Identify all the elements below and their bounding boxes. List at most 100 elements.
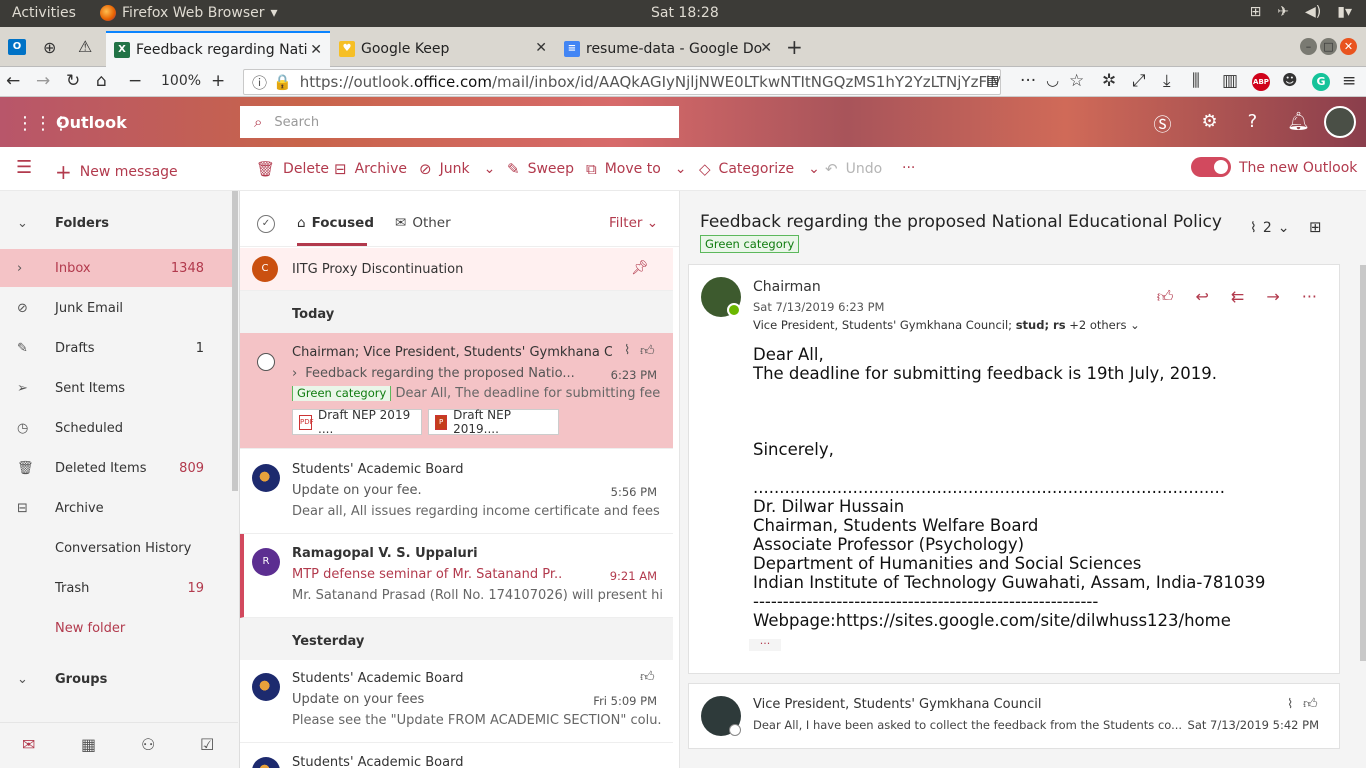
list-item[interactable]: Students' Academic Board bbox=[240, 743, 673, 768]
recipients[interactable]: Vice President, Students' Gymkhana Counc… bbox=[753, 318, 1140, 332]
list-item[interactable]: R Ramagopal V. S. Uppaluri MTP defense s… bbox=[240, 534, 673, 618]
new-tab-button[interactable]: + bbox=[786, 35, 803, 59]
clock[interactable]: Sat 18:28 bbox=[651, 5, 719, 21]
sidebar-item-sent[interactable]: ➢ Sent Items bbox=[0, 369, 232, 407]
new-message-button[interactable]: + New message bbox=[55, 160, 178, 184]
zoom-out-button[interactable]: − bbox=[128, 71, 142, 91]
sidebar-item-inbox[interactable]: › Inbox 1348 bbox=[0, 249, 232, 287]
filter-button[interactable]: Filter ⌄ bbox=[609, 215, 658, 231]
more-commands-button[interactable]: ··· bbox=[902, 160, 915, 176]
outlook-brand[interactable]: Outlook bbox=[56, 113, 127, 132]
zoom-level[interactable]: 100% bbox=[161, 73, 201, 89]
settings-gear-icon[interactable]: ✲ bbox=[1102, 71, 1116, 91]
people-icon[interactable]: ⚇ bbox=[141, 735, 155, 754]
close-icon[interactable]: ✕ bbox=[760, 40, 772, 56]
bookmark-star-icon[interactable]: ☆ bbox=[1069, 71, 1084, 91]
sidebar-item-deleted[interactable]: 🗑︎ Deleted Items 809 bbox=[0, 449, 232, 487]
sender-name[interactable]: Chairman bbox=[753, 279, 821, 295]
sidebar-item-trash[interactable]: Trash 19 bbox=[0, 569, 232, 607]
search-input[interactable]: ⌕ Search bbox=[240, 106, 679, 138]
attachment-card[interactable]: PDF Draft NEP 2019 .... bbox=[292, 408, 422, 436]
minimize-button[interactable]: – bbox=[1300, 38, 1317, 55]
list-item[interactable]: Students' Academic Board Update on your … bbox=[240, 450, 673, 534]
folder-scrollbar[interactable] bbox=[232, 191, 238, 491]
collapsed-message[interactable]: Vice President, Students' Gymkhana Counc… bbox=[688, 683, 1340, 749]
sidebar-item-scheduled[interactable]: ◷ Scheduled bbox=[0, 409, 232, 447]
tab-feedback[interactable]: X Feedback regarding Nati ✕ bbox=[106, 31, 330, 67]
mail-icon[interactable]: ✉ bbox=[22, 735, 35, 754]
archive-button[interactable]: ⊟ Archive bbox=[334, 160, 407, 178]
power-icon[interactable]: ▮▾ bbox=[1337, 4, 1352, 20]
page-actions-icon[interactable]: ··· bbox=[1020, 71, 1036, 91]
home-icon[interactable]: ⌂ bbox=[96, 71, 107, 91]
warning-icon[interactable]: ⚠ bbox=[78, 37, 92, 56]
category-tag[interactable]: Green category bbox=[700, 235, 800, 253]
download-icon[interactable]: ⤓ bbox=[1163, 71, 1171, 91]
sidebar-item-archive[interactable]: ⊟ Archive bbox=[0, 489, 232, 527]
list-item[interactable]: Chairman; Vice President, Students' Gymk… bbox=[240, 333, 673, 449]
airplane-icon[interactable]: ✈ bbox=[1277, 4, 1289, 20]
tab-other[interactable]: ✉ Other bbox=[395, 215, 451, 231]
select-all-checkbox[interactable]: ✓ bbox=[257, 215, 275, 233]
extension-icon[interactable]: ☻ bbox=[1282, 71, 1298, 89]
tab-google-keep[interactable]: ♥ Google Keep ✕ bbox=[331, 31, 555, 67]
info-icon[interactable]: ⓘ bbox=[252, 72, 267, 93]
activities-button[interactable]: Activities bbox=[12, 5, 76, 21]
delete-button[interactable]: 🗑︎ Delete bbox=[256, 160, 329, 178]
window-close-button[interactable]: ✕ bbox=[1340, 38, 1357, 55]
sidebar-item-junk[interactable]: ⊘ Junk Email bbox=[0, 289, 232, 327]
forward-icon[interactable]: → bbox=[1266, 287, 1279, 307]
volume-icon[interactable]: ◀) bbox=[1305, 4, 1321, 20]
new-outlook-toggle[interactable] bbox=[1191, 157, 1231, 177]
calendar-icon[interactable]: ▦ bbox=[81, 735, 96, 754]
globe-icon[interactable]: ⊕ bbox=[43, 38, 56, 57]
back-icon[interactable]: ← bbox=[6, 71, 20, 91]
grammarly-icon[interactable]: G bbox=[1312, 73, 1330, 91]
app-menu[interactable]: Firefox Web Browser ▾ bbox=[100, 5, 278, 21]
hamburger-icon[interactable]: ☰ bbox=[16, 157, 32, 178]
pin-icon[interactable]: 📌︎ bbox=[631, 260, 649, 276]
sidebar-item-drafts[interactable]: ✎ Drafts 1 bbox=[0, 329, 232, 367]
url-bar[interactable]: ⓘ 🔒 https://outlook. office.com/mail/inbo… bbox=[243, 69, 1001, 95]
message-checkbox[interactable] bbox=[257, 353, 275, 371]
junk-button[interactable]: ⊘ Junk ⌄ bbox=[419, 160, 495, 178]
like-icon[interactable]: 👍︎ bbox=[1303, 695, 1318, 712]
resize-icon[interactable]: ⤢ bbox=[1132, 71, 1146, 91]
sweep-button[interactable]: ✎ Sweep bbox=[507, 160, 574, 178]
more-actions-icon[interactable]: ··· bbox=[1302, 287, 1317, 307]
pinned-message[interactable]: C IITG Proxy Discontinuation 📌︎ bbox=[240, 248, 673, 291]
help-icon[interactable]: ? bbox=[1248, 111, 1258, 137]
sidebar-item-conversation-history[interactable]: Conversation History bbox=[0, 529, 232, 567]
attachment-card[interactable]: P Draft NEP 2019.... bbox=[428, 408, 559, 436]
system-tray[interactable]: ⊞ ✈ ◀) ▮▾ bbox=[1250, 4, 1352, 20]
sidebar-icon[interactable]: ▥ bbox=[1222, 71, 1238, 91]
close-icon[interactable]: ✕ bbox=[535, 40, 547, 56]
reply-all-icon[interactable]: ⇇ bbox=[1231, 287, 1244, 307]
bell-icon[interactable]: 🔔︎ bbox=[1287, 111, 1310, 137]
maximize-button[interactable]: □ bbox=[1320, 38, 1337, 55]
undo-button[interactable]: ↶ Undo bbox=[825, 160, 882, 178]
tasks-icon[interactable]: ☑ bbox=[200, 735, 214, 754]
forward-icon[interactable]: → bbox=[36, 71, 50, 91]
like-icon[interactable]: 👍︎ bbox=[640, 342, 655, 359]
reply-icon[interactable]: ↩ bbox=[1196, 287, 1209, 307]
tab-resume-data[interactable]: ≡ resume-data - Google Do ✕ bbox=[556, 31, 780, 67]
menu-icon[interactable]: ≡ bbox=[1342, 71, 1356, 91]
folders-header[interactable]: ⌄ Folders bbox=[0, 204, 232, 242]
open-new-window-icon[interactable]: ⊞ bbox=[1309, 218, 1322, 236]
outlook-pinned-tab-icon[interactable]: O bbox=[8, 39, 26, 55]
new-folder-link[interactable]: New folder bbox=[0, 609, 232, 647]
reader-mode-icon[interactable]: ▤ bbox=[986, 73, 999, 89]
settings-icon[interactable]: ⚙ bbox=[1201, 111, 1217, 137]
reading-scrollbar[interactable] bbox=[1360, 265, 1366, 661]
like-icon[interactable]: 👍︎ bbox=[1157, 287, 1174, 307]
groups-header[interactable]: ⌄ Groups bbox=[0, 660, 232, 698]
categorize-button[interactable]: ◇ Categorize ⌄ bbox=[699, 160, 820, 178]
move-to-button[interactable]: ⧉ Move to ⌄ bbox=[586, 160, 687, 178]
reload-icon[interactable]: ↻ bbox=[66, 71, 80, 91]
library-icon[interactable]: ⫼ bbox=[1192, 71, 1200, 91]
list-item[interactable]: Students' Academic Board 👍︎ Update on yo… bbox=[240, 659, 673, 743]
skype-icon[interactable]: Ⓢ bbox=[1153, 111, 1171, 137]
adblock-icon[interactable]: ABP bbox=[1252, 73, 1270, 91]
network-icon[interactable]: ⊞ bbox=[1250, 4, 1262, 20]
